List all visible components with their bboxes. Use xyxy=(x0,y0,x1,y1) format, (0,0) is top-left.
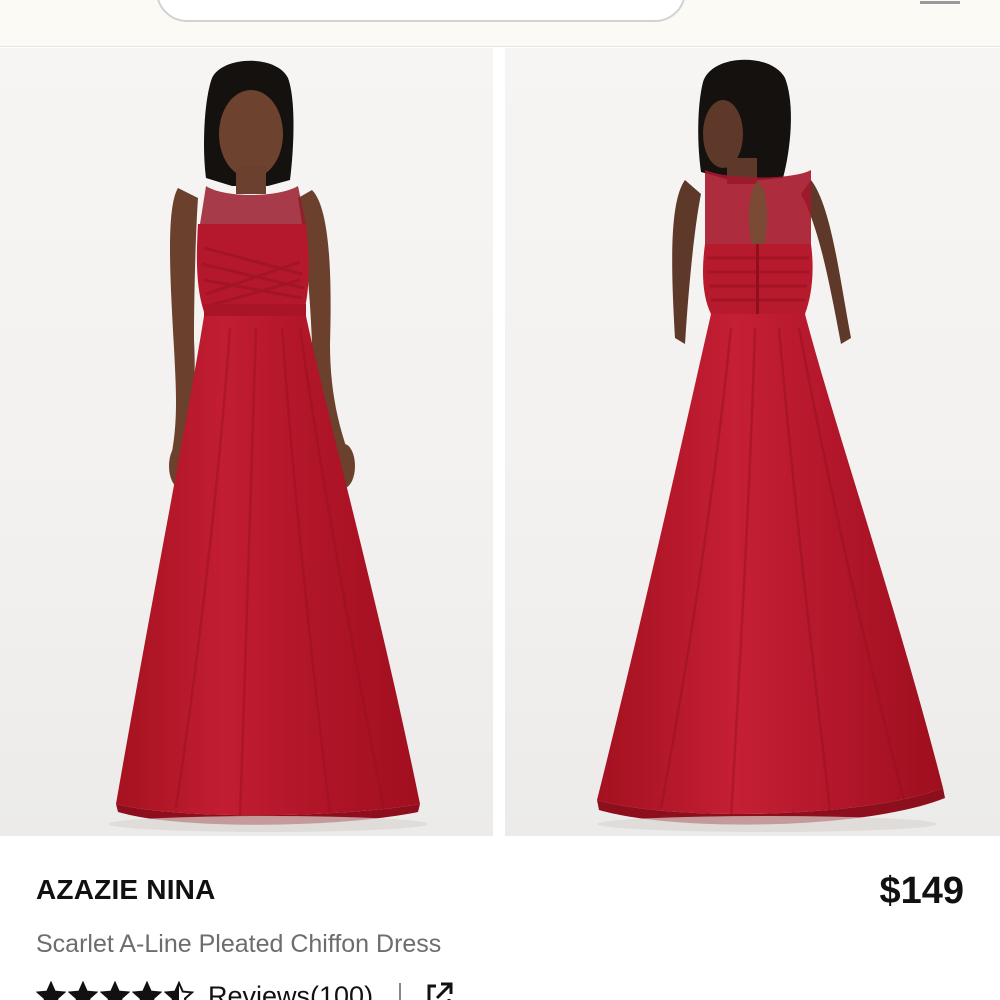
star-full-icon xyxy=(36,981,66,1000)
share-external-icon[interactable] xyxy=(423,980,455,1000)
star-rating[interactable] xyxy=(36,981,194,1000)
product-title: Scarlet A-Line Pleated Chiffon Dress xyxy=(36,930,442,958)
star-full-icon xyxy=(132,981,162,1000)
product-page: AZAZIE NINA $149 Scarlet A-Line Pleated … xyxy=(0,0,1000,1000)
star-full-icon xyxy=(100,981,130,1000)
product-image-gallery[interactable] xyxy=(0,48,1000,836)
product-brand-name[interactable]: AZAZIE NINA xyxy=(36,874,216,906)
product-info: AZAZIE NINA $149 Scarlet A-Line Pleated … xyxy=(0,836,1000,1000)
rating-row: Reviews(100) xyxy=(36,976,455,1000)
menu-icon[interactable] xyxy=(920,0,960,4)
search-input[interactable] xyxy=(156,0,686,22)
product-photo-back[interactable] xyxy=(505,48,1000,836)
top-bar xyxy=(0,0,1000,47)
divider xyxy=(399,983,402,1000)
product-photo-front[interactable] xyxy=(0,48,493,836)
reviews-link[interactable]: Reviews(100) xyxy=(208,981,373,1000)
star-half-icon xyxy=(164,981,194,1000)
star-full-icon xyxy=(68,981,98,1000)
product-price: $149 xyxy=(879,870,964,912)
